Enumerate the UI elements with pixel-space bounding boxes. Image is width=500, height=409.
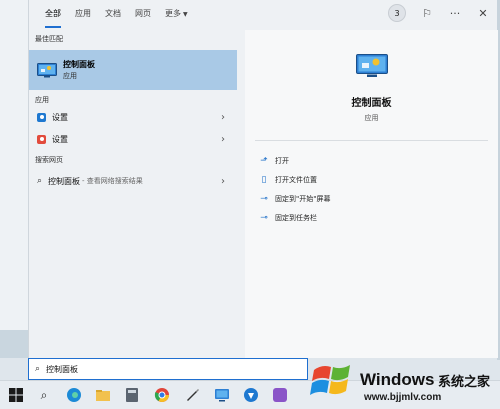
app-icon-purple[interactable] (272, 387, 288, 403)
action-label: 固定到任务栏 (275, 214, 317, 222)
app-label: 设置 (52, 134, 68, 144)
divider (255, 140, 488, 141)
desktop-background (0, 0, 30, 330)
control-panel-taskbar-icon[interactable] (214, 387, 230, 403)
preview-pane: 控制面板 应用 ⬏ 打开 ▯ 打开文件位置 ⊸ 固定到"开始"屏幕 ⊸ 固定到任… (245, 30, 498, 358)
tab-label: 全部 (45, 9, 61, 18)
action-pin-to-start[interactable]: ⊸ 固定到"开始"屏幕 (259, 190, 330, 208)
action-open-file-location[interactable]: ▯ 打开文件位置 (259, 171, 317, 189)
preview-subtitle: 应用 (364, 114, 379, 122)
web-search-result[interactable]: ⌕ 控制面板 - 查看网络搜索结果 › (29, 171, 237, 191)
action-label: 固定到"开始"屏幕 (275, 195, 331, 203)
preview-header: 控制面板 应用 (245, 30, 498, 138)
edge-browser-icon[interactable] (66, 387, 82, 403)
desktop-background-bottom (0, 330, 30, 358)
web-result-sub: - 查看网络搜索结果 (82, 177, 143, 185)
best-match-item[interactable]: 控制面板 应用 (29, 50, 237, 90)
watermark-brand: Windows (360, 370, 435, 389)
preview-title: 控制面板 (351, 98, 392, 109)
app-result-settings-2[interactable]: 设置 › (29, 129, 237, 149)
tab-label: 应用 (75, 9, 91, 18)
folder-open-icon: ▯ (261, 175, 267, 185)
search-panel: 全部 应用 文档 网页 更多▼ 3 ⚐ ··· ✕ 最佳匹配 控制面板 应用 (28, 0, 498, 358)
feedback-icon[interactable]: ⚐ (420, 7, 434, 20)
settings-icon (37, 134, 46, 144)
control-panel-icon (355, 54, 388, 77)
file-explorer-icon[interactable] (95, 387, 111, 403)
tab-label: 网页 (135, 9, 151, 18)
chevron-right-icon[interactable]: › (221, 134, 225, 145)
search-bar[interactable]: ⌕ (28, 358, 308, 380)
filter-tabs: 全部 应用 文档 网页 更多 ▼ 3 ⚐ ··· ✕ (29, 0, 498, 30)
watermark-url: www.bjjmlv.com (364, 392, 442, 403)
settings-icon (37, 112, 46, 122)
tab-toolbar: 3 ⚐ ··· ✕ (388, 4, 490, 22)
web-result-label: 控制面板 (48, 176, 81, 186)
chevron-right-icon[interactable]: › (221, 112, 225, 123)
watermark: Windows 系统之家 www.bjjmlv.com (310, 350, 500, 409)
best-match-type: 应用 (63, 71, 77, 80)
app-icon-blue[interactable] (243, 387, 259, 403)
tab-all[interactable]: 全部 (45, 0, 61, 30)
chrome-icon[interactable] (154, 387, 170, 403)
chevron-right-icon[interactable]: › (221, 176, 225, 187)
rewards-badge[interactable]: 3 (388, 4, 406, 22)
pin-icon: ⊸ (260, 213, 268, 223)
tab-apps[interactable]: 应用 (75, 0, 91, 30)
app-label: 设置 (52, 112, 68, 122)
tab-documents[interactable]: 文档 (105, 0, 121, 30)
section-apps: 应用 (35, 96, 49, 104)
app-result-settings[interactable]: 设置 › (29, 107, 237, 127)
tab-label: 文档 (105, 9, 121, 18)
search-input[interactable] (46, 364, 287, 374)
watermark-name: 系统之家 (438, 375, 491, 390)
pin-icon: ⊸ (260, 194, 268, 204)
section-web-search: 搜索网页 (35, 156, 63, 164)
action-pin-to-taskbar[interactable]: ⊸ 固定到任务栏 (259, 209, 317, 227)
search-icon: ⌕ (35, 364, 41, 374)
chevron-down-icon: ▼ (183, 11, 188, 18)
best-match-name: 控制面板 (63, 59, 95, 69)
tab-label: 更多 (165, 9, 181, 18)
control-panel-icon (37, 62, 57, 77)
tab-more[interactable]: 更多 ▼ (165, 0, 188, 30)
more-options-icon[interactable]: ··· (448, 7, 462, 20)
calculator-icon[interactable] (124, 387, 140, 403)
windows-start-icon[interactable] (8, 387, 24, 403)
taskbar-search-icon[interactable]: ⌕ (36, 387, 52, 403)
action-open[interactable]: ⬏ 打开 (259, 152, 289, 170)
tab-web[interactable]: 网页 (135, 0, 151, 30)
windows-logo-icon (310, 365, 350, 395)
results-list: 最佳匹配 控制面板 应用 应用 设置 › 设置 › 搜索网页 ⌕ 控制面板 - … (29, 30, 237, 358)
search-icon: ⌕ (37, 176, 43, 186)
open-icon: ⬏ (260, 156, 268, 166)
section-best-match: 最佳匹配 (35, 35, 63, 43)
action-label: 打开文件位置 (275, 176, 317, 184)
pen-tool-icon[interactable] (184, 387, 200, 403)
close-icon[interactable]: ✕ (476, 7, 490, 20)
action-label: 打开 (275, 157, 289, 165)
